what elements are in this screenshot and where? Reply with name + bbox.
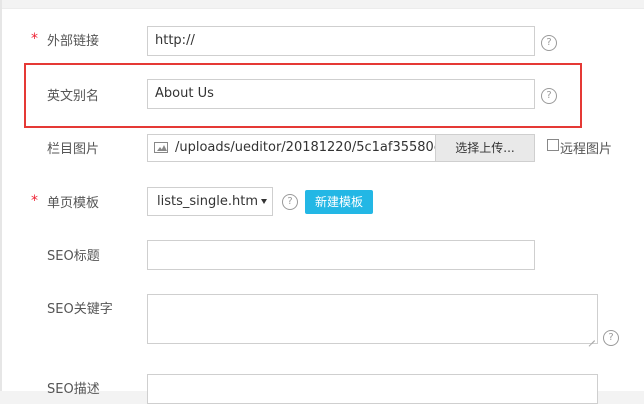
seo-description-input[interactable]: [147, 374, 598, 404]
external-link-input[interactable]: http://: [147, 26, 535, 56]
alias-input[interactable]: About Us: [147, 79, 535, 109]
required-mark: *: [31, 31, 38, 47]
seo-keywords-textarea[interactable]: [147, 294, 598, 344]
left-border: [0, 0, 2, 391]
help-icon[interactable]: ?: [541, 88, 557, 104]
image-path[interactable]: /uploads/ueditor/20181220/5c1af35580c: [175, 135, 437, 161]
seo-title-input[interactable]: [147, 240, 535, 270]
chevron-down-icon: [261, 199, 267, 204]
help-icon[interactable]: ?: [603, 330, 619, 346]
seo-keywords-label: SEO关键字: [47, 302, 113, 317]
remote-image-checkbox[interactable]: [547, 139, 559, 151]
alias-label: 英文别名: [47, 89, 100, 104]
upload-button[interactable]: 选择上传...: [435, 135, 534, 161]
template-selected: lists_single.htm: [157, 194, 258, 209]
image-label: 栏目图片: [47, 142, 100, 157]
external-link-label: 外部链接: [47, 34, 100, 49]
template-select[interactable]: lists_single.htm: [147, 187, 273, 216]
new-template-button[interactable]: 新建模板: [305, 190, 373, 214]
image-icon: [154, 142, 168, 153]
remote-image-label[interactable]: 远程图片: [560, 138, 612, 157]
top-strip: [0, 0, 644, 9]
resize-grip-icon[interactable]: [588, 334, 595, 341]
help-icon[interactable]: ?: [282, 194, 298, 210]
help-icon[interactable]: ?: [541, 35, 557, 51]
seo-description-label: SEO描述: [47, 382, 100, 397]
seo-title-label: SEO标题: [47, 249, 100, 264]
image-field[interactable]: /uploads/ueditor/20181220/5c1af35580c 选择…: [147, 134, 535, 162]
template-label: 单页模板: [47, 196, 100, 211]
required-mark: *: [31, 193, 38, 209]
